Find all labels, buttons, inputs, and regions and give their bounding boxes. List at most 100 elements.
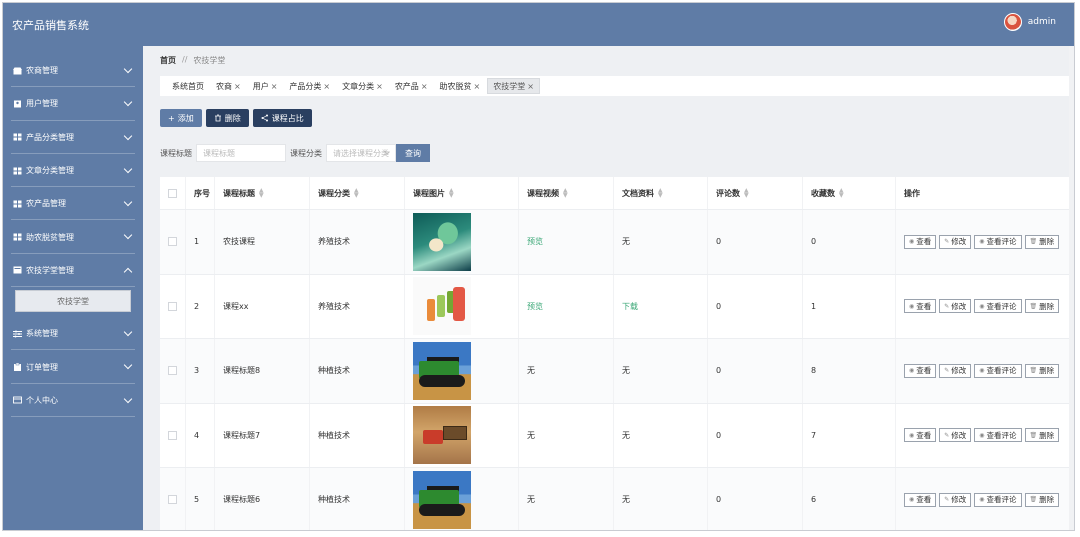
comment-count: 0: [716, 301, 722, 311]
tab-4[interactable]: 产品分类 ×: [284, 78, 335, 94]
sort-icon[interactable]: ▲ ▼: [744, 188, 749, 199]
breadcrumb-home[interactable]: 首页: [160, 55, 176, 66]
sidebar-item-7[interactable]: 农技学堂管理: [3, 254, 143, 288]
edit-button[interactable]: ✎ 修改: [939, 363, 972, 378]
view-comments-button[interactable]: ◉ 查看评论: [974, 492, 1022, 507]
row-checkbox[interactable]: [168, 237, 177, 247]
course-image[interactable]: [413, 406, 471, 465]
column-header[interactable]: 课程标题 ▲ ▼: [215, 177, 310, 209]
row-checkbox[interactable]: [168, 430, 177, 440]
delete-row-button[interactable]: 🗑 删除: [1024, 428, 1060, 443]
view-button[interactable]: ◉ 查看: [904, 234, 937, 249]
row-checkbox[interactable]: [168, 495, 177, 505]
view-comments-button[interactable]: ◉ 查看评论: [974, 234, 1022, 249]
comment-count-cell: 0: [708, 468, 803, 530]
column-header[interactable]: 课程视频 ▲ ▼: [519, 177, 614, 209]
title-search-input[interactable]: 课程标题: [196, 144, 286, 162]
row-checkbox-cell: [160, 210, 186, 274]
course-image[interactable]: [413, 470, 471, 529]
add-button[interactable]: + 添加: [160, 109, 202, 127]
edit-button[interactable]: ✎ 修改: [939, 299, 972, 314]
delete-row-button[interactable]: 🗑 删除: [1024, 363, 1060, 378]
tab-label: 文章分类: [342, 81, 375, 91]
view-comments-button[interactable]: ◉ 查看评论: [974, 363, 1022, 378]
close-icon[interactable]: ×: [474, 82, 481, 91]
row-actions: ◉ 查看 ✎ 修改 ◉ 查看评论 🗑 删除: [904, 297, 1074, 315]
close-icon[interactable]: ×: [323, 82, 330, 91]
column-header[interactable]: 文档资料 ▲ ▼: [614, 177, 708, 209]
select-all-checkbox[interactable]: [168, 188, 177, 198]
tab-2[interactable]: 农商 ×: [211, 78, 246, 94]
favorite-count-cell: 0: [803, 210, 896, 274]
edit-button[interactable]: ✎ 修改: [939, 492, 972, 507]
edit-button[interactable]: ✎ 修改: [939, 234, 972, 249]
view-button[interactable]: ◉ 查看: [904, 492, 937, 507]
sidebar-item-10[interactable]: 个人中心: [3, 384, 143, 418]
delete-row-button[interactable]: 🗑 删除: [1024, 492, 1060, 507]
video-preview-link[interactable]: 预览: [527, 301, 543, 312]
close-icon[interactable]: ×: [271, 82, 278, 91]
column-header[interactable]: 收藏数 ▲ ▼: [803, 177, 896, 209]
tab-7[interactable]: 助农脱贫 ×: [435, 78, 486, 94]
sidebar-subitem-1[interactable]: 农技学堂: [15, 290, 131, 313]
sort-icon[interactable]: ▲ ▼: [658, 188, 663, 199]
pencil-icon: ✎: [944, 496, 950, 504]
course-image[interactable]: [413, 212, 471, 271]
course-image-cell: [405, 468, 519, 530]
document-download-link-cell: 下载: [614, 274, 708, 338]
row-checkbox[interactable]: [168, 301, 177, 311]
tab-1[interactable]: 系统首页: [167, 78, 209, 94]
tab-8[interactable]: 农技学堂 ×: [487, 78, 540, 94]
sidebar-item-1[interactable]: 农商管理: [3, 54, 143, 88]
view-comments-button[interactable]: ◉ 查看评论: [974, 299, 1022, 314]
course-image[interactable]: [413, 341, 471, 400]
username[interactable]: admin: [1028, 17, 1056, 27]
document-download-link[interactable]: 下载: [622, 301, 638, 312]
course-ratio-button[interactable]: 课程占比: [252, 109, 312, 127]
view-button[interactable]: ◉ 查看: [904, 363, 937, 378]
course-category-cell: 种植技术: [310, 468, 405, 530]
sort-icon[interactable]: ▲ ▼: [354, 188, 359, 199]
row-actions: ◉ 查看 ✎ 修改 ◉ 查看评论 🗑 删除: [904, 233, 1074, 251]
course-image[interactable]: [413, 277, 471, 336]
vertical-scrollbar[interactable]: [1069, 46, 1074, 530]
close-icon[interactable]: ×: [234, 82, 241, 91]
sort-icon[interactable]: ▲ ▼: [259, 188, 264, 199]
tab-5[interactable]: 文章分类 ×: [337, 78, 388, 94]
sidebar-item-6[interactable]: 助农脱贫管理: [3, 220, 143, 255]
sort-icon[interactable]: ▲ ▼: [839, 188, 844, 199]
view-button[interactable]: ◉ 查看: [904, 428, 937, 443]
sort-icon[interactable]: ▲ ▼: [563, 188, 568, 199]
eye-icon: ◉: [909, 431, 915, 439]
edit-button[interactable]: ✎ 修改: [939, 428, 972, 443]
store-icon: [13, 67, 22, 75]
sidebar-item-3[interactable]: 产品分类管理: [3, 121, 143, 155]
delete-row-button[interactable]: 🗑 删除: [1024, 234, 1060, 249]
row-number: 2: [194, 301, 200, 311]
query-button[interactable]: 查询: [396, 144, 430, 162]
column-header[interactable]: 评论数 ▲ ▼: [708, 177, 803, 209]
column-header[interactable]: 课程图片 ▲ ▼: [405, 177, 519, 209]
avatar[interactable]: [1003, 13, 1022, 31]
video-preview-link[interactable]: 预览: [527, 236, 543, 247]
sidebar-item-5[interactable]: 农产品管理: [3, 187, 143, 221]
delete-button[interactable]: 删除: [205, 109, 249, 127]
tab-3[interactable]: 用户 ×: [248, 78, 283, 94]
close-icon[interactable]: ×: [376, 82, 383, 91]
category-select[interactable]: 请选择课程分类: [326, 144, 396, 162]
view-comments-button[interactable]: ◉ 查看评论: [974, 428, 1022, 443]
close-icon[interactable]: ×: [421, 82, 428, 91]
sidebar-item-2[interactable]: 用户管理: [3, 87, 143, 121]
sidebar-item-4[interactable]: 文章分类管理: [3, 154, 143, 188]
tab-6[interactable]: 农产品 ×: [390, 78, 433, 94]
column-header[interactable]: 课程分类 ▲ ▼: [310, 177, 405, 209]
sidebar-item-9[interactable]: 订单管理: [3, 350, 143, 384]
delete-row-button[interactable]: 🗑 删除: [1024, 299, 1060, 314]
close-icon[interactable]: ×: [527, 82, 534, 91]
user-menu[interactable]: admin: [1003, 13, 1056, 31]
sidebar-item-8[interactable]: 系统管理: [3, 317, 143, 351]
row-checkbox[interactable]: [168, 366, 177, 376]
sort-icon[interactable]: ▲ ▼: [449, 188, 454, 199]
view-button[interactable]: ◉ 查看: [904, 299, 937, 314]
